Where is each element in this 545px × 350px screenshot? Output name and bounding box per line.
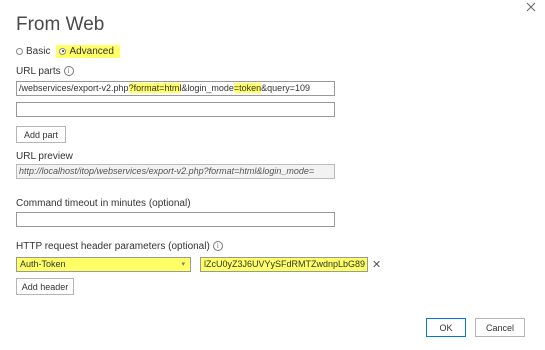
header-name-value: Auth-Token: [20, 259, 66, 269]
url-seg-login: &login_mode: [181, 83, 234, 93]
remove-header-icon[interactable]: ✕: [372, 258, 381, 271]
basic-radio-option[interactable]: Basic: [16, 46, 50, 57]
timeout-input[interactable]: [16, 212, 335, 227]
url-part-2-input[interactable]: [16, 102, 335, 117]
add-part-button[interactable]: Add part: [16, 126, 66, 143]
mode-radio-group: Basic Advanced: [16, 43, 120, 59]
basic-radio-label: Basic: [26, 45, 51, 57]
url-preview-field: http://localhost/itop/webservices/export…: [16, 164, 335, 179]
url-part-1-input[interactable]: /webservices/export-v2.php?format=html&l…: [16, 81, 335, 96]
info-icon[interactable]: i: [63, 66, 74, 77]
url-parts-label-text: URL parts: [16, 66, 61, 77]
header-params-label: HTTP request header parameters (optional…: [16, 241, 223, 252]
chevron-down-icon: ▾: [181, 261, 185, 268]
info-icon[interactable]: i: [212, 241, 223, 252]
basic-radio[interactable]: [16, 47, 23, 55]
cancel-button[interactable]: Cancel: [475, 318, 525, 337]
advanced-radio[interactable]: [59, 47, 67, 55]
ok-button[interactable]: OK: [426, 318, 466, 337]
url-seg-token: =token: [233, 83, 262, 93]
url-preview-label: URL preview: [16, 151, 73, 162]
close-icon[interactable]: [525, 0, 539, 14]
timeout-label: Command timeout in minutes (optional): [16, 198, 191, 209]
header-params-label-text: HTTP request header parameters (optional…: [16, 241, 210, 252]
advanced-radio-option[interactable]: Advanced: [56, 44, 120, 58]
url-seg-query: &query=109: [261, 83, 310, 93]
header-value-input[interactable]: lZcU0yZ3J6UVYySFdRMTZwdnpLbG89: [200, 257, 368, 272]
url-parts-label: URL parts i: [16, 66, 74, 77]
add-header-button[interactable]: Add header: [16, 278, 74, 295]
url-seg-format: ?format=html: [128, 83, 182, 93]
url-seg-path: /webservices/export-v2.php: [19, 83, 129, 93]
header-name-select[interactable]: Auth-Token ▾: [16, 257, 191, 272]
dialog-title: From Web: [16, 14, 105, 35]
advanced-radio-label: Advanced: [69, 45, 114, 57]
